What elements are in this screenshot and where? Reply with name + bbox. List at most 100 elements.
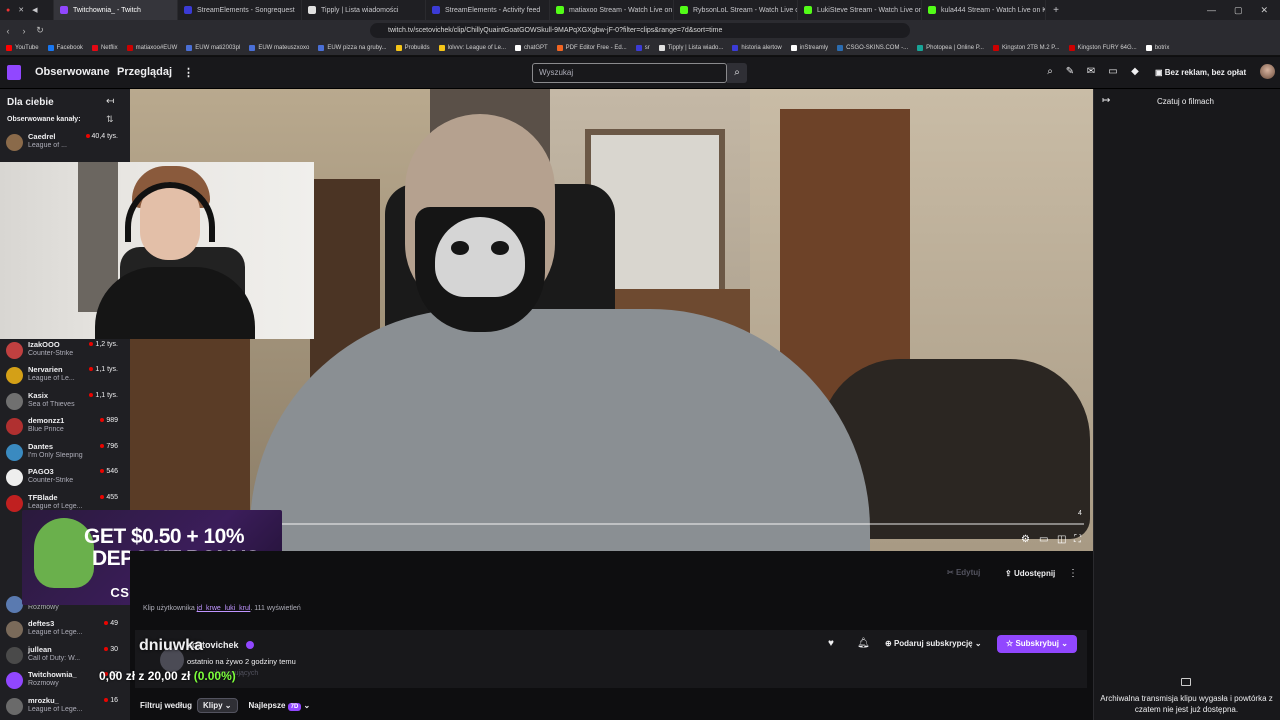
bookmark-label: Probuilds <box>404 45 430 51</box>
edit-clip-button[interactable]: ✂ Edytuj <box>947 568 980 577</box>
maximize-button[interactable]: ▢ <box>1234 5 1243 16</box>
browser-tab[interactable]: Tipply | Lista wiadomości <box>302 0 426 20</box>
browser-tab[interactable]: LukiSteve Stream - Watch Live on Kic <box>798 0 922 20</box>
bookmark-item[interactable]: EUW mati2003pl <box>186 45 240 51</box>
notifications-bell-icon[interactable]: 🔔︎ <box>857 638 870 649</box>
share-button[interactable]: ⇪ Udostępnij <box>1001 566 1059 582</box>
tab-favicon-icon <box>804 6 812 14</box>
sidebar-channel[interactable]: demonzz1 Blue Prince 989 <box>0 414 130 439</box>
collapse-sidebar-icon[interactable]: ↤ <box>106 96 114 107</box>
window-controls: — ▢ ✕ <box>1207 5 1280 16</box>
browser-close-icon[interactable]: ✕ <box>18 6 24 14</box>
sidebar-channel[interactable]: Caedrel League of ... 40,4 tys. <box>0 130 130 155</box>
browser-tab[interactable]: kula444 Stream - Watch Live on Kick <box>922 0 1046 20</box>
bookmark-item[interactable]: Facebook <box>47 45 83 51</box>
inbox-icon[interactable]: ✉ <box>1086 67 1096 77</box>
ad-free-button[interactable]: ▣ Bez reklam, bez opłat <box>1150 64 1251 82</box>
bits-icon[interactable]: ◆ <box>1130 67 1140 77</box>
bookmark-item[interactable]: botrix <box>1145 45 1169 51</box>
bookmark-icon <box>635 45 642 51</box>
chat-expired-message: Archiwalna transmisja klipu wygasła i po… <box>1100 694 1273 714</box>
sort-icon[interactable]: ⇅ <box>106 114 114 125</box>
chat-bubble-icon <box>1181 678 1191 686</box>
chat-panel <box>1093 89 1280 720</box>
bookmark-item[interactable]: EUW mateuszxoxo <box>249 45 309 51</box>
nav-more-icon[interactable]: ⋮ <box>183 66 194 79</box>
bookmark-item[interactable]: historia alertow <box>732 45 782 51</box>
bookmark-icon <box>658 45 665 51</box>
sidebar-channel[interactable]: PAGO3 Counter-Strike 546 <box>0 465 130 490</box>
nav-browse[interactable]: Przeglądaj <box>117 66 172 78</box>
skull-eye <box>451 241 469 255</box>
bookmark-item[interactable]: CSGO-SKINS.COM -... <box>837 45 908 51</box>
close-window-button[interactable]: ✕ <box>1260 5 1268 16</box>
bookmark-item[interactable]: inStreamly <box>790 45 828 51</box>
mini-player-icon[interactable]: ◫ <box>1057 534 1066 545</box>
bookmark-item[interactable]: Netflix <box>91 45 118 51</box>
browser-tab[interactable]: StreamElements - Activity feed <box>426 0 550 20</box>
back-icon[interactable]: ‹ <box>0 26 16 36</box>
clip-author-link[interactable]: jd_krwe_luki_krul <box>197 605 251 612</box>
collapse-chat-icon[interactable]: ↦ <box>1102 95 1110 106</box>
channel-avatar <box>6 342 23 359</box>
bookmark-item[interactable]: YouTube <box>6 45 39 51</box>
filter-sort-dropdown[interactable]: Najlepsze 7D ⌄ <box>249 701 310 711</box>
minimize-button[interactable]: — <box>1207 5 1216 16</box>
channel-game: League of Lege... <box>28 629 83 636</box>
search-input[interactable]: Wyszukaj <box>532 63 727 83</box>
fullscreen-icon[interactable]: ⛶ <box>1074 534 1081 545</box>
bookmark-item[interactable]: chatGPT <box>514 45 548 51</box>
bookmark-item[interactable]: lolvvv: League of Le... <box>438 45 506 51</box>
channel-avatar <box>6 444 23 461</box>
bookmark-item[interactable]: Kingston 2TB M.2 P... <box>992 45 1060 51</box>
prime-search-icon[interactable]: ⌕ <box>1045 67 1055 77</box>
theatre-mode-icon[interactable]: ▭ <box>1039 534 1048 545</box>
audio-icon[interactable]: ◀ <box>32 6 37 14</box>
nav-following[interactable]: Obserwowane <box>35 66 110 78</box>
bookmark-item[interactable]: EUW pizza na gruby... <box>318 45 387 51</box>
search-icon[interactable]: ⌕ <box>727 63 747 83</box>
bookmark-item[interactable]: Probuilds <box>395 45 430 51</box>
tab-favicon-icon <box>928 6 936 14</box>
sidebar-channel[interactable]: IzakOOO Counter-Strike 1,2 tys. <box>0 338 130 363</box>
filter-type-dropdown[interactable]: Klipy ⌄ <box>197 697 238 713</box>
browser-menu-icon[interactable]: ● <box>6 7 10 14</box>
reload-icon[interactable]: ↻ <box>32 25 48 36</box>
user-avatar[interactable] <box>1260 64 1275 79</box>
settings-icon[interactable]: ⚙ <box>1021 534 1030 545</box>
sidebar-channel[interactable]: Kasix Sea of Thieves 1,1 tys. <box>0 389 130 414</box>
whispers-icon[interactable]: ▭ <box>1108 67 1118 77</box>
bookmark-item[interactable]: Photopea | Online P... <box>917 45 984 51</box>
sidebar-channel[interactable]: Nervarien League of Le... 1,1 tys. <box>0 363 130 388</box>
bookmark-item[interactable]: PDF Editor Free - Ed... <box>556 45 627 51</box>
url-field[interactable]: twitch.tv/scetovichek/clip/ChillyQuaintG… <box>370 23 910 38</box>
sidebar-channel[interactable]: mrozku_ League of Lege... 16 <box>0 694 130 719</box>
follow-heart-icon[interactable]: ♥ <box>828 638 834 649</box>
forward-icon[interactable]: › <box>16 26 32 36</box>
browser-tab[interactable]: matiaxoo Stream - Watch Live on Ki <box>550 0 674 20</box>
bookmark-label: chatGPT <box>523 45 548 51</box>
sidebar-channel[interactable]: jullean Call of Duty: W... 30 <box>0 643 130 668</box>
subscribe-button[interactable]: ☆ Subskrybuj ⌄ <box>997 635 1077 653</box>
edit-label: Edytuj <box>955 568 981 577</box>
twitch-logo-icon[interactable] <box>7 65 21 80</box>
translate-icon[interactable]: ✎ <box>1065 67 1075 77</box>
sidebar-channel[interactable]: Dantes I'm Only Sleeping 796 <box>0 440 130 465</box>
bookmark-item[interactable]: matiaxoo#EUW <box>126 45 177 51</box>
bookmark-item[interactable]: Tipply | Lista wiado... <box>658 45 723 51</box>
channel-game: League of Lege... <box>28 706 83 713</box>
viewer-count: 49 <box>104 620 118 627</box>
viewer-count: 1,1 tys. <box>89 366 118 373</box>
new-tab-button[interactable]: + <box>1046 5 1066 16</box>
chat-title: Czatuj o filmach <box>1157 97 1214 106</box>
bookmark-item[interactable]: sr <box>635 45 650 51</box>
gift-sub-button[interactable]: ⊕ Podaruj subskrypcję ⌄ <box>880 635 987 653</box>
browser-tab[interactable]: StreamElements - Songrequest <box>178 0 302 20</box>
more-options-icon[interactable]: ⋮ <box>1068 568 1078 579</box>
channel-name: Kasix <box>28 391 49 400</box>
donation-percent: (0.00%) <box>193 669 236 683</box>
bookmark-item[interactable]: Kingston FURY 64G... <box>1068 45 1137 51</box>
browser-tab[interactable]: RybsonLoL Stream - Watch Live on K <box>674 0 798 20</box>
browser-tab[interactable]: Twitchownia_ - Twitch <box>54 0 178 20</box>
sidebar-channel[interactable]: deftes3 League of Lege... 49 <box>0 617 130 642</box>
